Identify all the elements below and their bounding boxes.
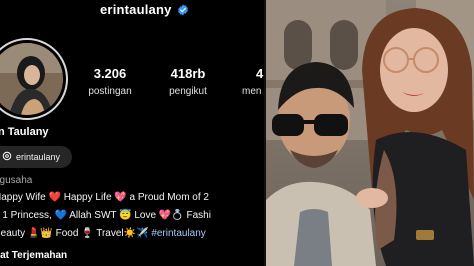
- couple-photo: [266, 0, 474, 266]
- threads-icon: [2, 148, 12, 166]
- stat-posts[interactable]: 3.206 postingan: [86, 66, 134, 97]
- username-row: erintaulany: [100, 2, 189, 17]
- composite-image: erintaulany 3.206 postingan 418rb pengik…: [0, 0, 474, 266]
- instagram-profile-panel: erintaulany 3.206 postingan 418rb pengik…: [0, 0, 266, 266]
- display-name: n Taulany: [0, 126, 49, 138]
- stat-followers-value: 418rb: [170, 66, 206, 81]
- stat-following[interactable]: 4 men: [240, 66, 266, 97]
- stat-following-value: 4: [256, 66, 264, 81]
- threads-link[interactable]: erintaulany: [0, 146, 72, 168]
- see-translation-link[interactable]: hat Terjemahan: [0, 250, 67, 261]
- avatar-ring[interactable]: [0, 38, 68, 120]
- profile-username: erintaulany: [100, 2, 172, 17]
- bio-hashtag[interactable]: #erintaulany: [151, 228, 205, 239]
- profile-category: ngusaha: [0, 175, 33, 186]
- threads-handle: erintaulany: [16, 152, 61, 162]
- stat-followers-label: pengikut: [169, 86, 207, 97]
- bio-line-2: d 1 Princess, 💙 Allah SWT 😇 Love 💖💍 Fash…: [0, 210, 211, 221]
- stat-posts-label: postingan: [88, 86, 132, 97]
- avatar: [0, 43, 63, 115]
- bio-line-1: Happy Wife ❤️ Happy Life 💖 a Proud Mom o…: [0, 192, 209, 203]
- bio-line-3-text: Beauty 💄👑 Food 🍷 Travel☀️✈️: [0, 228, 149, 239]
- stat-following-label: men: [242, 86, 262, 97]
- bio-line-3: Beauty 💄👑 Food 🍷 Travel☀️✈️ #erintaulany: [0, 228, 206, 239]
- stat-posts-value: 3.206: [93, 66, 127, 81]
- verified-badge-icon: [177, 4, 189, 16]
- stat-followers[interactable]: 418rb pengikut: [162, 66, 214, 97]
